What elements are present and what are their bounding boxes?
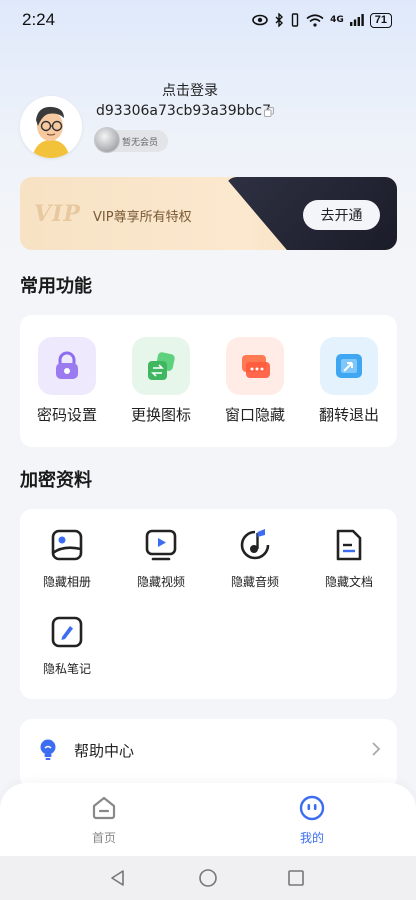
profile-section[interactable]: 点击登录 d93306a73cb93a39bbc7 暂无会员 xyxy=(20,80,400,160)
data-label: 隐藏音频 xyxy=(230,575,279,589)
member-badge: 暂无会员 xyxy=(94,127,168,153)
lightbulb-icon xyxy=(40,739,56,760)
func-password-settings[interactable]: 密码设置 xyxy=(20,337,114,429)
data-label: 隐私笔记 xyxy=(42,662,91,676)
data-hidden-document[interactable]: 隐藏文档 xyxy=(302,528,396,590)
signal-icon xyxy=(349,14,364,26)
func-label: 窗口隐藏 xyxy=(224,406,285,424)
login-prompt[interactable]: 点击登录 xyxy=(162,80,218,100)
wifi-icon xyxy=(306,13,324,27)
flip-icon xyxy=(320,337,378,395)
nav-item-mine[interactable]: 我的 xyxy=(272,795,352,846)
video-icon xyxy=(145,529,177,561)
data-label: 隐藏文档 xyxy=(324,575,373,589)
swap-icon xyxy=(132,337,190,395)
func-window-hide[interactable]: 窗口隐藏 xyxy=(208,337,302,429)
member-status: 暂无会员 xyxy=(122,137,159,148)
common-functions-card: 密码设置 更换图标 窗口隐藏 翻转退出 xyxy=(20,315,397,447)
vip-description: VIP尊享所有特权 xyxy=(93,210,192,225)
avatar-cartoon-icon xyxy=(20,96,82,158)
profile-face-icon xyxy=(299,795,325,821)
func-change-icon[interactable]: 更换图标 xyxy=(114,337,208,429)
vip-open-button[interactable]: 去开通 xyxy=(303,200,380,230)
copy-icon[interactable] xyxy=(264,107,274,117)
func-label: 密码设置 xyxy=(36,406,97,424)
status-icons: 4G 71 xyxy=(252,12,392,28)
bluetooth-icon xyxy=(275,13,284,27)
data-label: 隐藏相册 xyxy=(42,575,91,589)
recent-apps-icon[interactable] xyxy=(286,868,306,888)
window-icon xyxy=(226,337,284,395)
data-label: 隐藏视频 xyxy=(136,575,185,589)
member-medal-icon xyxy=(94,127,120,153)
nav-label: 我的 xyxy=(299,831,324,845)
data-hidden-audio[interactable]: 隐藏音频 xyxy=(208,528,302,590)
system-nav-bar xyxy=(0,856,416,900)
photo-icon xyxy=(51,529,83,561)
back-icon[interactable] xyxy=(108,868,128,888)
help-center-label: 帮助中心 xyxy=(74,742,135,760)
vip-logo: VIP xyxy=(34,201,81,227)
audio-icon xyxy=(240,529,270,560)
data-hidden-album[interactable]: 隐藏相册 xyxy=(20,528,114,590)
nav-label: 首页 xyxy=(91,831,116,845)
func-label: 更换图标 xyxy=(130,406,191,424)
avatar[interactable] xyxy=(20,96,82,158)
help-center-row[interactable]: 帮助中心 xyxy=(20,719,397,789)
note-icon xyxy=(51,616,83,648)
nav-item-home[interactable]: 首页 xyxy=(64,795,144,846)
common-functions-title: 常用功能 xyxy=(20,276,92,297)
func-label: 翻转退出 xyxy=(318,406,379,424)
func-flip-exit[interactable]: 翻转退出 xyxy=(302,337,396,429)
home-circle-icon[interactable] xyxy=(198,868,218,888)
data-private-notes[interactable]: 隐私笔记 xyxy=(20,615,114,677)
lock-icon xyxy=(38,337,96,395)
chevron-right-icon xyxy=(372,742,381,756)
encrypted-data-card: 隐藏相册 隐藏视频 隐藏音频 隐藏文档 隐私笔记 xyxy=(20,509,397,699)
encrypted-data-title: 加密资料 xyxy=(20,470,92,491)
document-icon xyxy=(336,529,362,561)
status-time: 2:24 xyxy=(22,10,56,29)
network-type: 4G xyxy=(330,15,344,25)
user-id: d93306a73cb93a39bbc7 xyxy=(96,103,271,119)
battery-indicator: 71 xyxy=(369,12,392,28)
bottom-nav: 首页 我的 xyxy=(0,783,416,856)
home-icon xyxy=(92,796,116,820)
vibrate-icon xyxy=(291,13,299,27)
data-hidden-video[interactable]: 隐藏视频 xyxy=(114,528,208,590)
eye-icon xyxy=(252,14,268,26)
status-bar: 2:24 4G 71 xyxy=(0,0,416,40)
vip-banner[interactable]: VIP VIP尊享所有特权 去开通 xyxy=(20,177,397,250)
